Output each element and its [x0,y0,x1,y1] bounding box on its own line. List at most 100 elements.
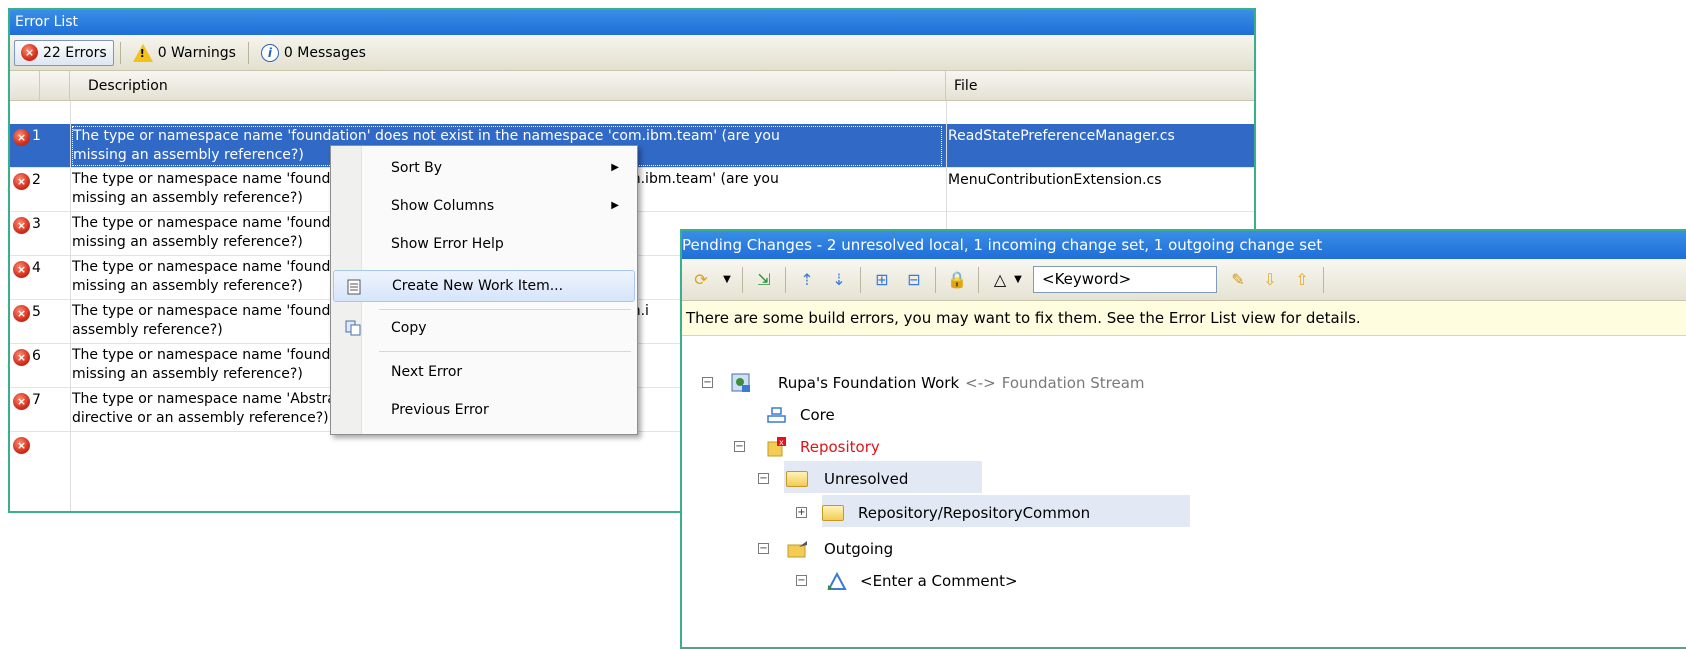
error-description-line: The type or namespace name 'foundation' … [73,128,780,144]
collapse-toggle-icon[interactable]: − [734,441,745,452]
outgoing-folder-icon [787,541,807,558]
error-icon: × [21,44,38,61]
work-item-icon [347,279,361,295]
check-in-icon[interactable]: ⇡ [796,269,818,291]
unresolved-label: Unresolved [824,470,909,488]
outgoing-node[interactable]: Outgoing [786,533,893,565]
collapse-toggle-icon[interactable]: − [758,543,769,554]
expand-toggle-icon[interactable]: + [796,507,807,518]
workspace-node[interactable]: Rupa's Foundation Work <-> Foundation St… [730,367,1145,399]
menu-item-previous-error[interactable]: Previous Error [333,394,635,426]
build-errors-banner[interactable]: There are some build errors, you may wan… [682,301,1686,336]
change-set-icon [827,571,847,590]
info-icon: i [260,43,279,62]
submenu-arrow-icon: ▶ [611,200,619,211]
arrow-down-icon[interactable]: ⇩ [1259,269,1281,291]
chevron-down-icon[interactable]: ▼ [1013,269,1023,291]
expand-all-icon[interactable]: ⊞ [871,269,893,291]
keyword-filter-input[interactable]: <Keyword> [1033,266,1217,293]
error-number: 5 [32,304,41,320]
menu-item-show-error-help[interactable]: Show Error Help [333,228,635,260]
column-divider [70,101,71,511]
file-column-header[interactable]: File [946,71,1254,101]
lock-icon[interactable]: 🔒 [946,269,968,291]
errors-filter-button[interactable]: × 22 Errors [14,39,114,66]
filter-icon[interactable]: △ [989,269,1011,291]
icon-column-header[interactable] [10,71,40,101]
submenu-arrow-icon: ▶ [611,162,619,173]
menu-item-label: Show Error Help [391,236,504,252]
error-icon: × [13,129,30,146]
menu-item-label: Show Columns [391,198,495,214]
menu-item-create-work-item[interactable]: Create New Work Item... [333,270,635,302]
error-icon: × [13,437,30,454]
toolbar-separator [978,266,979,293]
error-number: 3 [32,216,41,232]
pending-changes-toolbar: ⟳ ▼ ⇲ ⇡ ⇣ ⊞ ⊟ 🔒 △ ▼ <Keyword> ✎ ⇩ ⇧ [682,259,1686,301]
change-set-comment: <Enter a Comment> [860,572,1018,590]
error-icon: × [13,393,30,410]
number-column-header[interactable] [40,71,70,101]
collapse-toggle-icon[interactable]: − [702,377,713,388]
error-icon: × [13,173,30,190]
messages-filter-button[interactable]: i 0 Messages [255,40,372,66]
error-number: 1 [32,128,41,144]
component-icon [767,407,786,423]
arrow-up-icon[interactable]: ⇧ [1291,269,1313,291]
component-label: Core [800,406,835,424]
error-list-filterbar: × 22 Errors ! 0 Warnings i 0 Messages [10,35,1254,71]
error-list-title: Error List [10,10,1254,35]
folder-icon [822,505,844,521]
folder-node-repository-common[interactable]: Repository/RepositoryCommon [822,497,1090,529]
toolbar-separator [935,266,936,293]
change-set-node[interactable]: <Enter a Comment> [826,565,1018,597]
menu-item-label: Next Error [391,364,463,380]
error-number: 2 [32,172,41,188]
folder-icon [786,471,808,487]
errors-filter-label: 22 Errors [43,44,107,61]
refresh-icon[interactable]: ⟳ [690,269,712,291]
component-node-core[interactable]: Core [766,399,835,431]
copy-icon [345,320,361,336]
description-column-header[interactable]: Description [70,71,946,101]
deliver-icon[interactable]: ⇣ [828,269,850,291]
error-file: ReadStatePreferenceManager.cs [948,128,1175,144]
error-file: MenuContributionExtension.cs [948,172,1162,188]
warnings-filter-button[interactable]: ! 0 Warnings [127,40,242,66]
menu-separator [379,309,631,310]
accept-icon[interactable]: ⇲ [753,269,775,291]
menu-item-label: Sort By [391,160,443,176]
error-icon: × [13,305,30,322]
menu-separator [379,351,631,352]
unresolved-node[interactable]: Unresolved [786,463,908,495]
toolbar-separator [742,266,743,293]
component-label: Repository [800,438,880,456]
chevron-down-icon[interactable]: ▼ [722,269,732,291]
highlight-icon[interactable]: ✎ [1227,269,1249,291]
workspace-icon [731,373,750,392]
error-number: 4 [32,260,41,276]
context-menu: Sort By ▶ Show Columns ▶ Show Error Help… [330,145,638,435]
warnings-filter-label: 0 Warnings [157,44,236,61]
collapse-toggle-icon[interactable]: − [758,473,769,484]
messages-filter-label: 0 Messages [283,44,366,61]
collapse-all-icon[interactable]: ⊟ [903,269,925,291]
error-icon: × [13,217,30,234]
menu-item-label: Create New Work Item... [392,278,564,294]
collapse-toggle-icon[interactable]: − [796,575,807,586]
menu-item-copy[interactable]: Copy [333,312,635,344]
workspace-name: Rupa's Foundation Work [778,374,960,392]
folder-label: Repository/RepositoryCommon [858,504,1091,522]
pending-changes-title: Pending Changes - 2 unresolved local, 1 … [682,231,1686,259]
error-icon: × [13,349,30,366]
menu-item-next-error[interactable]: Next Error [333,356,635,388]
flow-arrow: <-> [965,374,996,392]
menu-item-sort-by[interactable]: Sort By ▶ [333,152,635,184]
error-list-column-header: Description File [10,71,1254,101]
menu-item-show-columns[interactable]: Show Columns ▶ [333,190,635,222]
toolbar-separator [860,266,861,293]
menu-item-label: Previous Error [391,402,489,418]
component-node-repository[interactable]: x Repository [766,431,880,463]
toolbar-separator [247,41,249,64]
error-number: 6 [32,348,41,364]
